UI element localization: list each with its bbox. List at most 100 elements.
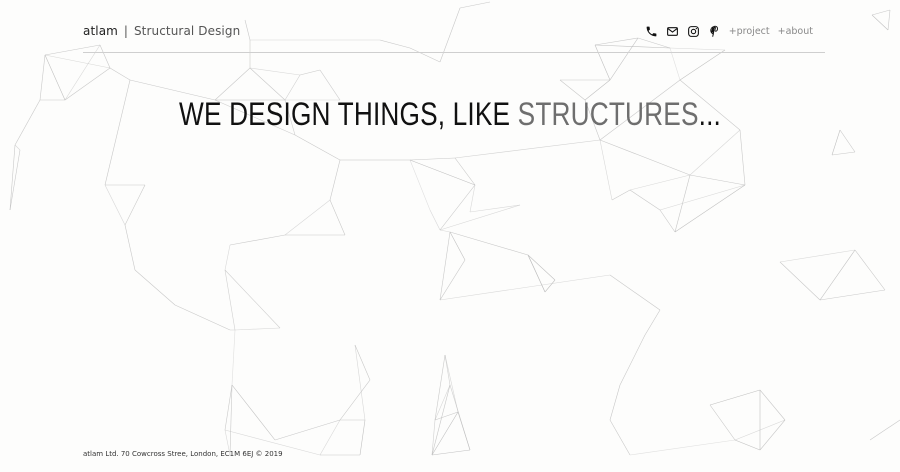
network-line xyxy=(819,249,856,301)
network-line xyxy=(469,184,476,213)
network-line xyxy=(444,354,451,386)
phone-icon[interactable] xyxy=(645,25,658,38)
network-line xyxy=(644,309,661,336)
network-line xyxy=(609,384,621,421)
network-line xyxy=(174,304,231,331)
network-line xyxy=(439,274,611,301)
network-line xyxy=(629,439,736,456)
page: atlam | Structural Design +project +abou… xyxy=(0,0,900,472)
network-line xyxy=(439,229,451,233)
network-line xyxy=(779,249,856,263)
network-line xyxy=(299,69,321,76)
network-line xyxy=(44,54,111,69)
network-line xyxy=(689,174,746,186)
network-line xyxy=(854,249,886,291)
network-line xyxy=(339,379,371,421)
network-line xyxy=(527,254,536,271)
brand-separator: | xyxy=(123,24,129,38)
network-line xyxy=(109,67,131,81)
network-line xyxy=(819,289,886,301)
network-line xyxy=(64,44,101,101)
network-line xyxy=(409,159,476,186)
network-line xyxy=(444,354,459,413)
network-line xyxy=(249,67,301,76)
instagram-icon[interactable] xyxy=(687,25,700,38)
network-line xyxy=(709,389,761,406)
network-line xyxy=(831,151,856,156)
network-line xyxy=(689,129,741,176)
hero-headline-accent: STRUCTURES xyxy=(517,96,699,132)
network-line xyxy=(449,384,471,451)
network-line xyxy=(659,209,676,233)
mail-icon[interactable] xyxy=(666,25,679,38)
network-line xyxy=(439,184,476,231)
network-line xyxy=(609,419,631,456)
network-line xyxy=(871,14,889,31)
brand-logo[interactable]: atlam | Structural Design xyxy=(83,24,240,38)
network-line xyxy=(734,439,761,451)
network-line xyxy=(709,404,736,441)
network-line xyxy=(629,174,691,191)
network-line xyxy=(9,149,21,211)
network-line xyxy=(871,9,891,16)
brand-name: atlam xyxy=(83,24,118,38)
hero-headline-tail: ... xyxy=(698,96,721,132)
network-line xyxy=(544,279,556,293)
network-line xyxy=(431,449,471,456)
brand-subtitle: Structural Design xyxy=(133,24,241,38)
network-line xyxy=(434,411,459,421)
nav-link-project[interactable]: +project xyxy=(729,26,770,37)
network-line xyxy=(527,254,556,281)
network-line xyxy=(14,144,21,151)
network-line xyxy=(449,231,529,256)
network-line xyxy=(329,159,341,201)
nav-link-about[interactable]: +about xyxy=(778,26,813,37)
network-line xyxy=(469,204,521,213)
network-line xyxy=(454,139,601,159)
hero-headline: WE DESIGN THINGS, LIKE STRUCTURES... xyxy=(81,96,819,133)
network-line xyxy=(449,231,466,261)
network-line xyxy=(14,99,41,146)
nav-bar: +project +about xyxy=(645,25,813,38)
network-line xyxy=(229,234,286,246)
network-line xyxy=(439,204,521,231)
network-line xyxy=(224,244,231,271)
network-line xyxy=(609,274,661,311)
network-line xyxy=(409,159,431,211)
network-line xyxy=(779,261,821,301)
network-line xyxy=(409,157,456,161)
pinterest-icon[interactable] xyxy=(708,25,721,38)
network-background xyxy=(9,1,900,456)
network-line xyxy=(104,184,126,226)
network-line xyxy=(234,327,281,331)
network-line xyxy=(887,9,891,31)
network-line xyxy=(9,144,16,211)
network-line xyxy=(439,259,466,301)
network-line xyxy=(329,199,346,236)
hero-headline-lead: WE DESIGN THINGS, LIKE xyxy=(179,96,518,132)
footer-address: atlam Ltd. 70 Cowcross Stree, London, EC… xyxy=(83,450,283,458)
network-line xyxy=(619,334,646,386)
network-line xyxy=(44,54,66,101)
network-line xyxy=(599,139,691,176)
network-line xyxy=(869,419,900,441)
network-line xyxy=(439,231,451,301)
network-line xyxy=(231,329,236,386)
network-line xyxy=(124,224,136,271)
network-line xyxy=(739,129,746,186)
network-line xyxy=(759,389,786,421)
network-line xyxy=(679,49,726,81)
network-line xyxy=(831,129,841,156)
network-line xyxy=(429,209,441,231)
network-line xyxy=(39,54,46,101)
network-line xyxy=(534,269,546,293)
network-line xyxy=(134,269,176,306)
header: atlam | Structural Design +project +abou… xyxy=(83,24,825,53)
network-line xyxy=(459,1,491,9)
network-line xyxy=(839,129,856,153)
network-line xyxy=(284,199,331,236)
network-line xyxy=(659,184,746,211)
network-line xyxy=(611,189,631,201)
network-line xyxy=(599,139,613,201)
network-line xyxy=(359,419,366,456)
